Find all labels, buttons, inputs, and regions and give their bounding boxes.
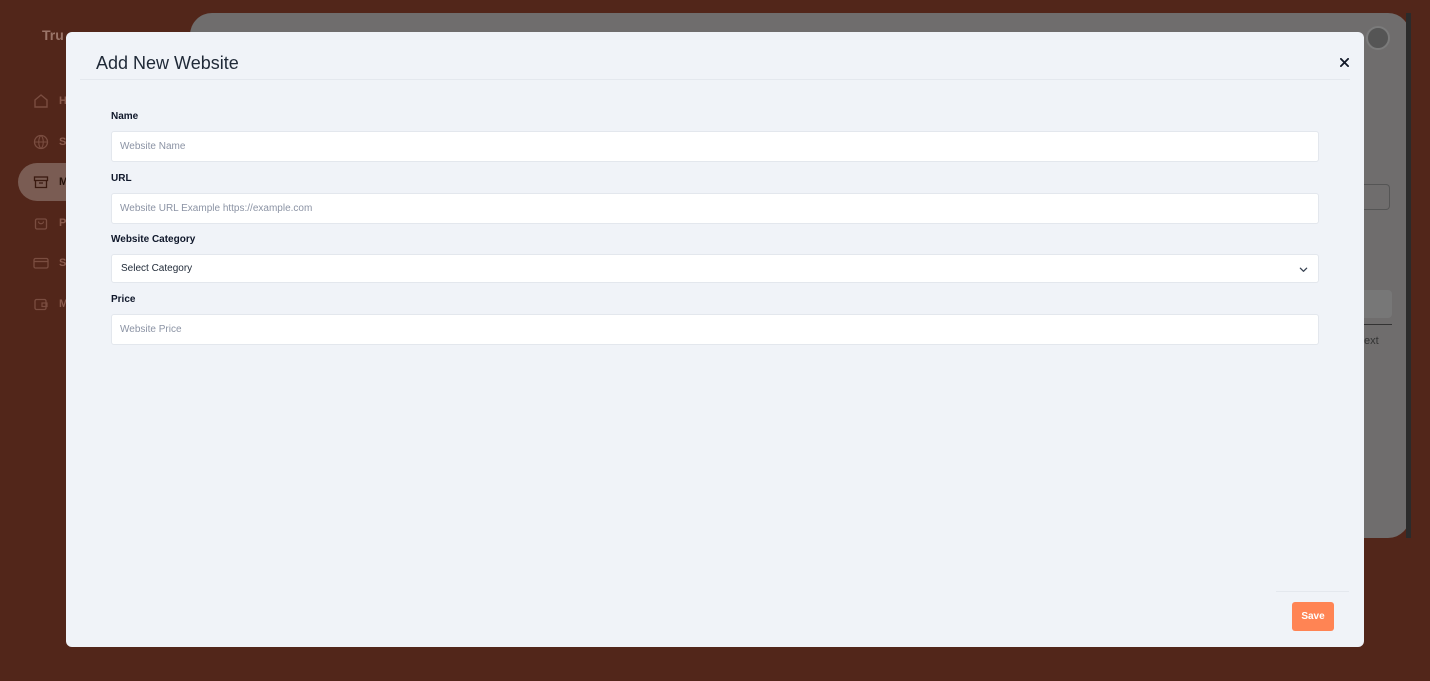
background-input [1362,184,1390,210]
name-label: Name [111,111,139,122]
modal-footer-divider [1276,591,1349,592]
archive-icon [33,176,49,189]
url-label: URL [111,173,132,184]
save-button[interactable]: Save [1292,602,1334,631]
category-select-value: Select Category [121,263,193,274]
app-brand: Tru [42,27,64,43]
url-field-group: URL [111,172,1319,224]
modal-title: Add New Website [96,53,239,73]
shopping-bag-icon [34,217,48,230]
price-label: Price [111,294,136,305]
close-button[interactable] [1336,54,1352,70]
website-price-input[interactable] [111,314,1319,345]
background-text: ext [1364,335,1379,347]
name-field-group: Name [111,110,1319,162]
globe-icon [33,134,49,149]
scrollbar[interactable] [1406,13,1411,538]
category-field-group: Website Category Select Category [111,233,1319,283]
website-form: Name URL Website Category Select Categor… [111,110,1319,345]
price-field-group: Price [111,293,1319,345]
chevron-down-icon [1299,267,1308,272]
divider [1362,324,1392,325]
avatar[interactable] [1366,26,1390,50]
website-url-input[interactable] [111,193,1319,224]
background-input [1362,290,1392,318]
website-name-input[interactable] [111,131,1319,162]
credit-card-icon [33,257,49,269]
home-icon [34,94,48,108]
wallet-icon [34,298,48,310]
add-website-modal: Add New Website Name URL Website Categor… [66,32,1364,647]
category-select[interactable]: Select Category [111,254,1319,283]
category-label: Website Category [111,234,196,245]
close-icon [1339,57,1349,67]
modal-header: Add New Website [80,32,1350,80]
